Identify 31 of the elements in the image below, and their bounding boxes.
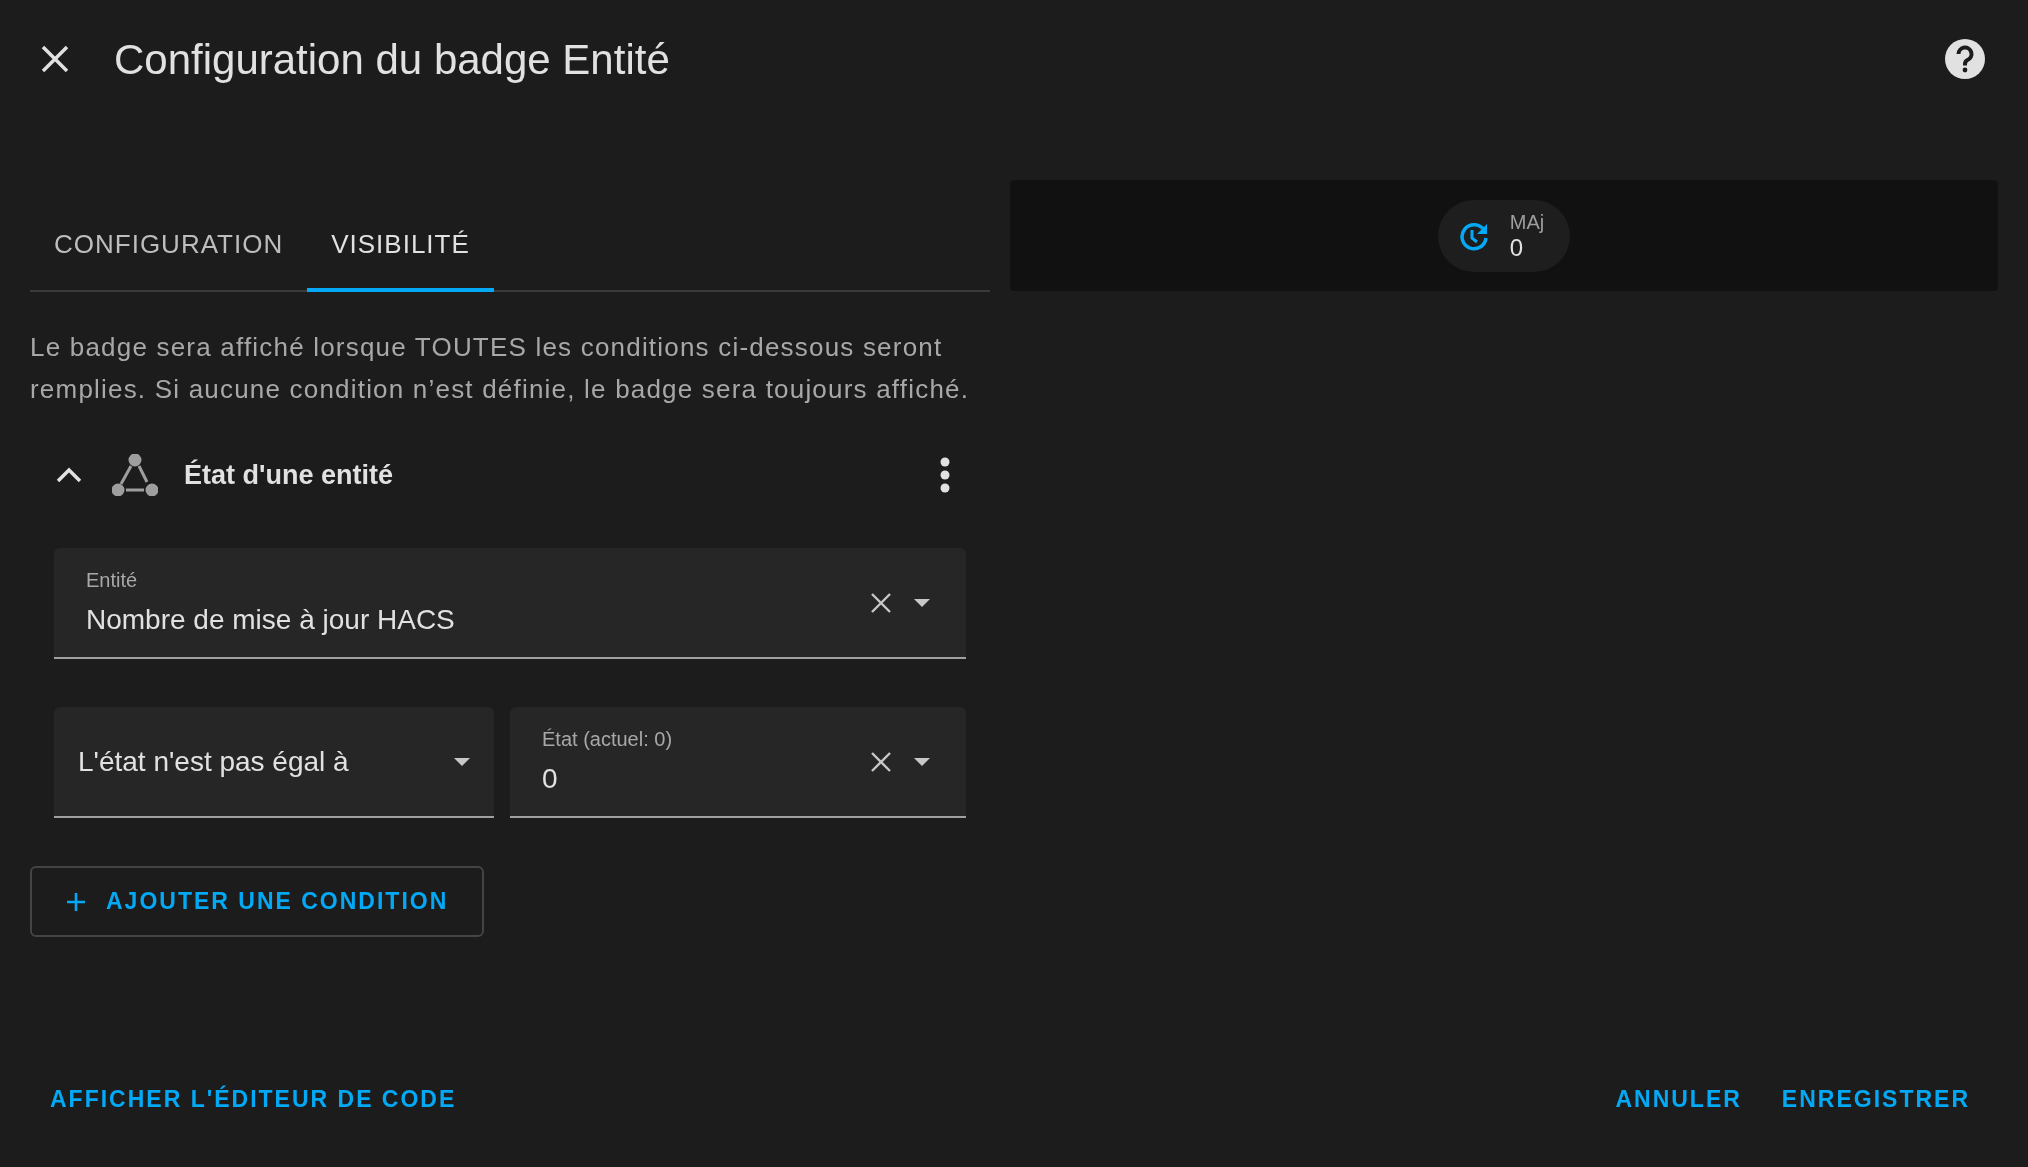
- dialog-title: Configuration du badge Entité: [114, 34, 670, 85]
- description: Le badge sera affiché lorsque TOUTES les conditions ci-dessous seront remplies. Si aucune condition n’est définie, le badge sera toujours affiché.: [30, 331, 971, 406]
- footer-button[interactable]: ENREGISTRER: [1781, 1081, 1970, 1117]
- plus-icon: [66, 891, 86, 912]
- field-value: Nombre de mise à jour HACS: [86, 602, 456, 637]
- field-value: L'état n'est pas égal à: [78, 744, 350, 779]
- help-icon[interactable]: [1944, 38, 1986, 80]
- operator-select[interactable]: L'état n'est pas égal à: [54, 707, 494, 818]
- add-condition-button[interactable]: AJOUTER UNE CONDITION: [30, 866, 485, 937]
- tab[interactable]: VISIBILITÉ: [307, 200, 494, 292]
- close-icon[interactable]: [40, 44, 70, 74]
- dropdown-caret-icon[interactable]: [914, 598, 930, 607]
- dropdown-caret-icon[interactable]: [914, 757, 930, 766]
- footer-button[interactable]: ANNULER: [1615, 1081, 1742, 1117]
- dropdown-caret-icon[interactable]: [454, 757, 470, 766]
- clear-icon[interactable]: [870, 591, 892, 614]
- condition-title: État d'une entité: [184, 458, 393, 492]
- entity-field[interactable]: Entité Nombre de mise à jour HACS: [54, 548, 966, 659]
- entity-badge[interactable]: MAj 0: [1437, 199, 1571, 272]
- badge-value: 0: [1509, 235, 1525, 260]
- tab[interactable]: CONFIGURATION: [30, 200, 308, 292]
- field-label: Entité: [86, 567, 139, 593]
- chevron-up-icon[interactable]: [56, 467, 82, 483]
- clear-icon[interactable]: [870, 750, 892, 773]
- code-editor-link[interactable]: AFFICHER L'ÉDITEUR DE CODE: [50, 1081, 457, 1117]
- triangle-nodes-icon: [112, 454, 158, 496]
- field-value: 0: [542, 761, 559, 796]
- field-label: État (actuel: 0): [542, 726, 674, 752]
- state-field[interactable]: État (actuel: 0) 0: [510, 707, 966, 818]
- badge-name: MAj: [1509, 211, 1545, 232]
- more-options-icon[interactable]: [940, 457, 950, 493]
